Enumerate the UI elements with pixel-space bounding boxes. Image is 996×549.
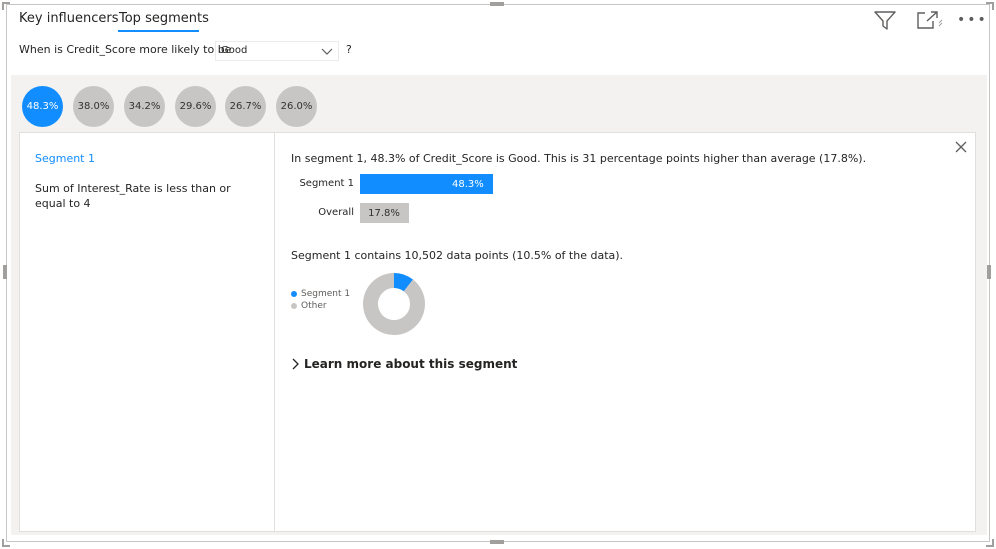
segment-share-donut (363, 273, 425, 335)
bar-category-label: Overall (318, 207, 354, 218)
resize-handle-bottom-right[interactable] (986, 539, 994, 547)
resize-handle-right[interactable] (987, 265, 991, 279)
segment-bubble[interactable]: 34.2% (124, 86, 165, 127)
resize-handle-left[interactable] (3, 265, 7, 279)
segment-size-text: Segment 1 contains 10,502 data points (1… (291, 249, 624, 262)
target-value-select[interactable]: Good (215, 41, 339, 61)
bar-value-label: 17.8% (368, 207, 400, 219)
donut-slice-segment[interactable] (393, 273, 413, 292)
bar-overall[interactable]: 17.8% (360, 203, 409, 223)
resize-handle-top-right[interactable] (986, 2, 994, 10)
more-options-icon[interactable]: ••• (957, 12, 988, 28)
chevron-down-icon (321, 48, 333, 55)
legend-dot (291, 303, 297, 309)
tab-key-influencers[interactable]: Key influencers (19, 11, 118, 26)
learn-more-toggle[interactable]: Learn more about this segment (291, 357, 517, 371)
learn-more-label: Learn more about this segment (304, 357, 518, 371)
bar-value-label: 48.3% (452, 178, 484, 190)
segment-title: Segment 1 (35, 152, 95, 165)
legend-label: Segment 1 (301, 289, 351, 299)
segment-bubble[interactable]: 38.0% (73, 86, 114, 127)
chevron-right-icon (292, 358, 299, 370)
legend-item-segment: Segment 1 (291, 288, 350, 300)
segment-summary: In segment 1, 48.3% of Credit_Score is G… (291, 152, 867, 165)
resize-handle-top-left[interactable] (2, 2, 10, 10)
active-tab-indicator (118, 30, 199, 32)
bar-segment[interactable]: 48.3% (360, 174, 493, 194)
filter-icon[interactable] (873, 9, 897, 31)
resize-handle-top[interactable] (490, 2, 504, 6)
resize-handle-bottom[interactable] (490, 540, 504, 544)
segment-bubble[interactable]: 29.6% (175, 86, 216, 127)
segment-detail-card: Segment 1 Sum of Interest_Rate is less t… (19, 132, 976, 532)
close-icon[interactable] (954, 140, 968, 154)
segment-definition-pane: Segment 1 Sum of Interest_Rate is less t… (20, 133, 275, 531)
donut-legend: Segment 1 Other (291, 288, 350, 312)
question-prefix: When is Credit_Score more likely to be (19, 43, 232, 56)
tab-top-segments[interactable]: Top segments (119, 11, 209, 26)
segment-bubble[interactable]: 48.3% (22, 86, 63, 127)
legend-item-other: Other (291, 300, 350, 312)
segment-bubble[interactable]: 26.0% (276, 86, 317, 127)
legend-label: Other (301, 301, 327, 311)
resize-handle-bottom-left[interactable] (2, 539, 10, 547)
donut-slice-other[interactable] (363, 273, 425, 335)
question-suffix: ? (346, 43, 352, 56)
segment-rule: Sum of Interest_Rate is less than or equ… (35, 182, 231, 210)
segment-bubble[interactable]: 26.7% (225, 86, 266, 127)
bar-category-label: Segment 1 (299, 178, 354, 189)
legend-dot (291, 291, 297, 297)
target-value-selected: Good (221, 45, 248, 56)
focus-mode-icon[interactable] (915, 9, 943, 31)
